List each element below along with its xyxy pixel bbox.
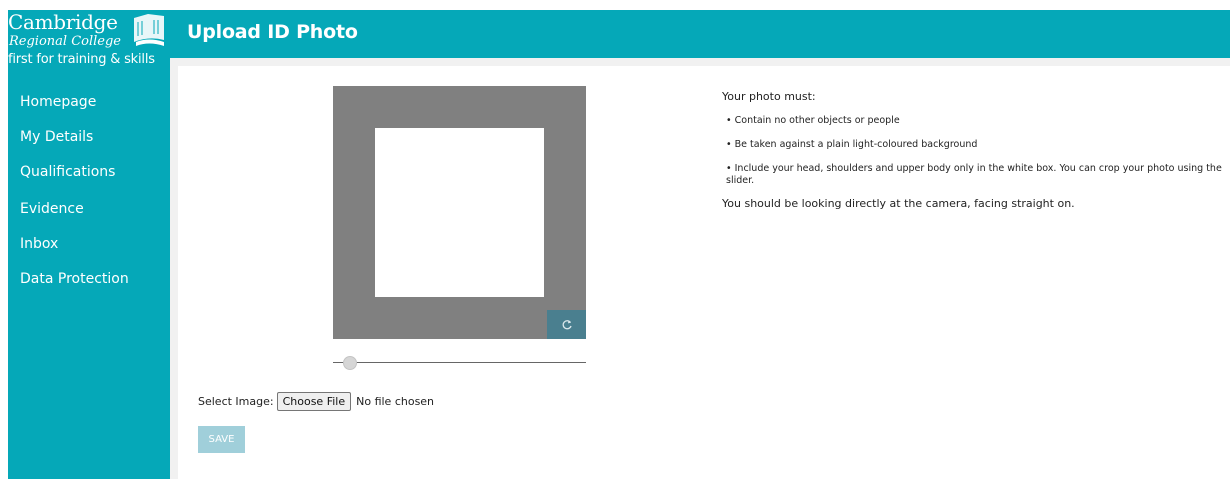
college-logo[interactable]: Cambridge Regional College first for tra… [8, 10, 170, 72]
save-button[interactable]: SAVE [198, 426, 245, 453]
rotate-icon [562, 319, 572, 329]
page-header: Upload ID Photo [170, 10, 1230, 58]
sidebar-item-evidence[interactable]: Evidence [20, 201, 84, 217]
rotate-button[interactable] [547, 310, 586, 339]
photo-cropper[interactable] [333, 86, 586, 339]
photo-instructions: Your photo must: • Contain no other obje… [722, 90, 1222, 210]
file-select-row: Select Image: Choose File No file chosen [198, 392, 434, 411]
sidebar-item-homepage[interactable]: Homepage [20, 94, 96, 110]
file-status: No file chosen [356, 395, 435, 408]
logo-line-1: Cambridge [8, 10, 118, 34]
logo-tagline: first for training & skills [8, 52, 155, 67]
zoom-slider[interactable] [333, 354, 586, 372]
slider-thumb[interactable] [343, 356, 357, 370]
instruction-bullet: • Contain no other objects or people [726, 115, 900, 126]
content-left-border [170, 58, 178, 479]
crop-viewport[interactable] [375, 128, 544, 297]
sidebar-item-my-details[interactable]: My Details [20, 129, 93, 145]
sidebar-item-data-protection[interactable]: Data Protection [20, 271, 129, 287]
sidebar: Homepage My Details Qualifications Evide… [8, 72, 170, 479]
sidebar-item-inbox[interactable]: Inbox [20, 236, 58, 252]
logo-mark-icon [134, 14, 164, 46]
choose-file-button[interactable]: Choose File [276, 392, 352, 411]
file-select-label: Select Image: [198, 395, 274, 408]
instructions-note: You should be looking directly at the ca… [722, 197, 1075, 210]
logo-line-2: Regional College [9, 34, 121, 49]
instruction-bullet: • Include your head, shoulders and upper… [726, 163, 1222, 186]
instruction-bullet: • Be taken against a plain light-coloure… [726, 139, 978, 150]
content-top-border [170, 58, 1230, 66]
page-title: Upload ID Photo [187, 21, 358, 43]
slider-track [333, 362, 586, 363]
sidebar-item-qualifications[interactable]: Qualifications [20, 164, 115, 180]
instructions-heading: Your photo must: [722, 90, 816, 103]
